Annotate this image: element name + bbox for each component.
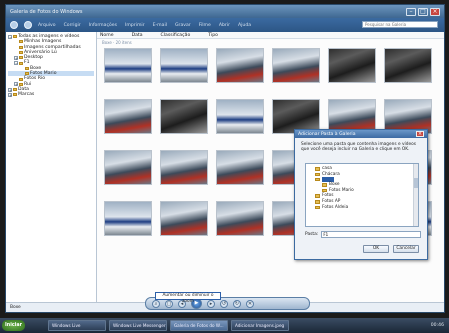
folder-icon <box>19 45 23 49</box>
photo-thumbnail[interactable] <box>160 99 208 134</box>
pasta-label: Pasta: <box>305 232 319 237</box>
folder-icon <box>19 61 23 65</box>
photo-thumbnail[interactable] <box>328 48 376 83</box>
toolbar-item[interactable]: Gravar <box>175 23 191 28</box>
taskbar-button[interactable]: Windows Live Messenger <box>108 320 167 331</box>
pasta-field[interactable] <box>321 231 422 238</box>
photo-thumbnail[interactable] <box>104 150 152 185</box>
clock: 00:46 <box>430 323 444 328</box>
expand-toggle-icon[interactable]: − <box>8 34 12 39</box>
search-input[interactable] <box>362 21 438 28</box>
nav-tree-item[interactable]: + Marcas <box>8 92 94 97</box>
expand-toggle-icon[interactable]: + <box>14 55 18 60</box>
taskbar-button[interactable]: Galeria de Fotos do W... <box>169 320 228 331</box>
taskbar-button[interactable]: Adicionar Imagens.jpeg <box>230 320 289 331</box>
folder-icon <box>322 188 327 193</box>
folder-icon <box>322 183 327 187</box>
expand-toggle-icon[interactable]: + <box>8 92 12 97</box>
fit-icon[interactable]: ▢ <box>165 299 173 308</box>
folder-icon <box>315 200 320 204</box>
zoom-tooltip: Aumentar ou diminuir o zoom <box>155 292 221 304</box>
photo-thumbnail[interactable] <box>216 150 264 185</box>
toolbar-item[interactable]: E-mail <box>153 23 167 28</box>
toolbar-item[interactable]: Ajuda <box>238 23 251 28</box>
folder-icon <box>315 205 320 210</box>
toolbar-item[interactable]: Imprimir <box>125 23 145 28</box>
expand-toggle-icon[interactable]: + <box>8 87 12 92</box>
navigation-pane: − Todas as imagens e vídeos Minhas Imagens… <box>6 32 97 302</box>
status-text: Boxe <box>10 305 21 310</box>
cancel-button[interactable]: Cancelar <box>393 245 419 253</box>
photo-thumbnail[interactable] <box>272 48 320 83</box>
column-header[interactable]: Nome <box>100 33 114 38</box>
folder-icon <box>19 56 23 60</box>
nav-item-label: Marcas <box>18 92 35 98</box>
back-button[interactable] <box>10 21 18 29</box>
close-button[interactable]: × <box>430 7 440 16</box>
photo-thumbnail[interactable] <box>216 99 264 134</box>
folder-icon <box>315 194 320 198</box>
group-label: Boxe · 20 itens <box>102 40 132 45</box>
folder-icon <box>13 93 17 97</box>
photo-thumbnail[interactable] <box>160 48 208 83</box>
toolbar-item[interactable]: Abrir <box>219 23 230 28</box>
rotate-left-icon[interactable]: ↺ <box>220 299 228 308</box>
folder-icon <box>13 88 17 92</box>
minimize-button[interactable]: – <box>406 7 416 16</box>
forward-button[interactable] <box>24 21 32 29</box>
photo-thumbnail[interactable] <box>384 48 432 83</box>
photo-thumbnail[interactable] <box>104 201 152 236</box>
rotate-right-icon[interactable]: ↻ <box>233 299 241 308</box>
start-button[interactable]: Iniciar <box>2 320 25 331</box>
column-header[interactable]: Tipo <box>208 33 218 38</box>
dialog-title-bar: Adicionar Pasta à Galeria × <box>295 130 427 138</box>
folder-tree[interactable]: casa Chácara Boxe Fotos Mario Fotos Fotos AP F… <box>305 163 419 227</box>
photo-thumbnail[interactable] <box>104 48 152 83</box>
nav-item-label: F1 <box>24 60 30 66</box>
next-icon[interactable]: ▸ <box>207 299 215 308</box>
zoom-icon[interactable]: ⌕ <box>152 299 160 308</box>
photo-gallery-window: Galeria de Fotos do Windows – □ × Arquiv… <box>5 4 445 313</box>
folder-icon <box>25 72 29 76</box>
photo-thumbnail[interactable] <box>160 201 208 236</box>
maximize-button[interactable]: □ <box>418 7 428 16</box>
folder-icon <box>315 177 320 182</box>
delete-icon[interactable]: ✕ <box>246 299 254 308</box>
dialog-message: Selecione uma pasta que contenha imagens… <box>301 142 416 152</box>
ok-button[interactable]: OK <box>363 245 389 253</box>
photo-thumbnail[interactable] <box>160 150 208 185</box>
title-bar: Galeria de Fotos do Windows – □ × <box>6 5 444 18</box>
toolbar-item[interactable]: Corrigir <box>64 23 81 28</box>
folder-icon <box>13 35 17 39</box>
folder-icon <box>25 66 29 70</box>
photo-thumbnail[interactable] <box>216 48 264 83</box>
taskbar: Iniciar Windows Live Windows Live Messeng… <box>0 318 449 333</box>
dialog-title: Adicionar Pasta à Galeria <box>298 131 356 137</box>
folder-tree-scrollbar[interactable] <box>413 164 418 226</box>
photo-thumbnail[interactable] <box>104 99 152 134</box>
column-headers: Nome Data Classificação Tipo <box>97 32 444 39</box>
folder-icon <box>19 40 23 44</box>
folder-icon <box>19 82 23 86</box>
toolbar-item[interactable]: Filme <box>199 23 211 28</box>
column-header[interactable]: Classificação <box>161 33 191 38</box>
folder-icon <box>19 77 23 81</box>
add-folder-dialog: Adicionar Pasta à Galeria × Selecione um… <box>294 129 428 260</box>
expand-toggle-icon[interactable]: + <box>14 82 18 87</box>
column-header[interactable]: Data <box>132 33 143 38</box>
expand-toggle-icon[interactable]: − <box>14 61 18 66</box>
folder-icon <box>315 167 320 171</box>
window-title: Galeria de Fotos do Windows <box>10 8 83 15</box>
dialog-folder-label: Fotos Aldeia <box>322 204 349 210</box>
dialog-folder-item[interactable]: Fotos Aldeia <box>308 205 416 211</box>
toolbar-item[interactable]: Arquivo <box>38 23 56 28</box>
folder-icon <box>315 172 320 177</box>
dialog-close-icon[interactable]: × <box>416 131 424 137</box>
thumbnail-view: Nome Data Classificação Tipo Boxe · 20 iten… <box>97 21 444 302</box>
taskbar-button[interactable]: Windows Live <box>47 320 106 331</box>
photo-thumbnail[interactable] <box>216 201 264 236</box>
toolbar-item[interactable]: Informações <box>89 23 117 28</box>
folder-icon <box>19 51 23 55</box>
